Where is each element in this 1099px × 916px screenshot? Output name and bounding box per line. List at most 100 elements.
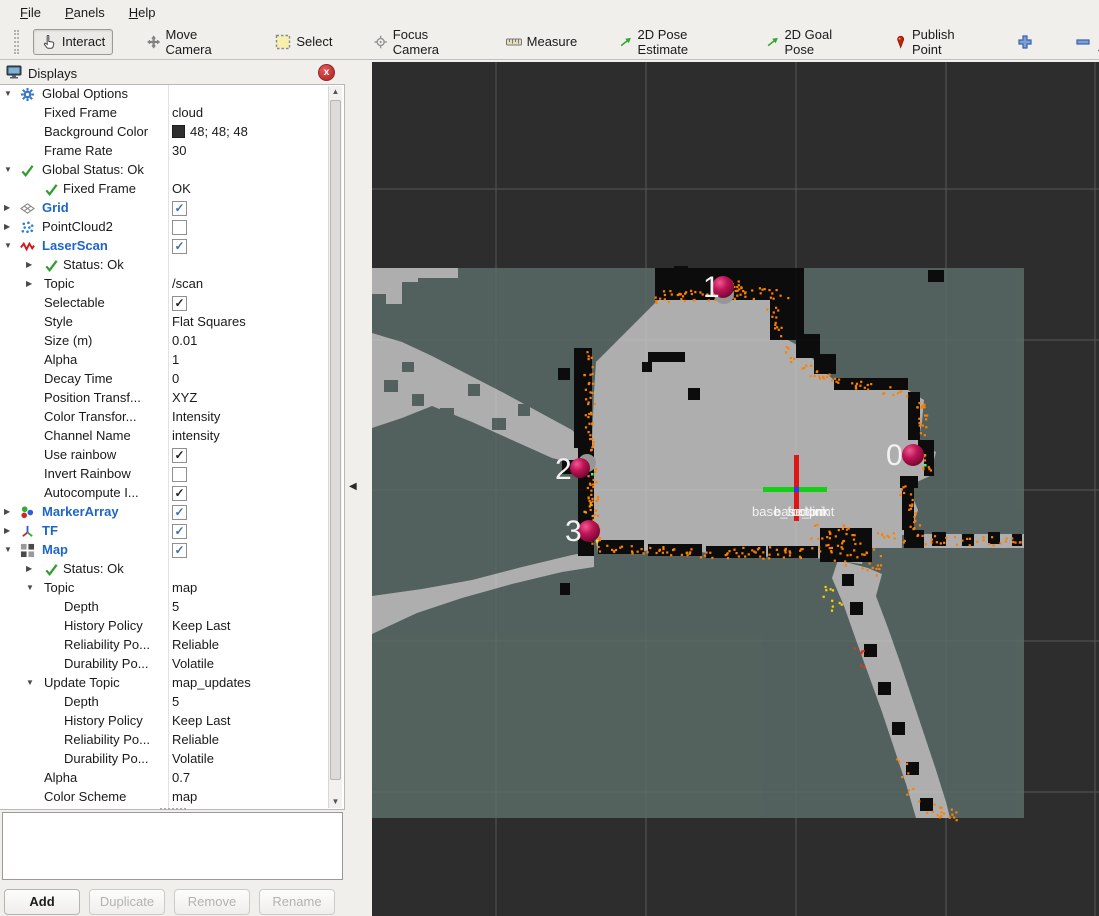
- tree-row-fixed-frame[interactable]: Fixed FrameOK: [0, 180, 330, 199]
- property-value[interactable]: map: [172, 580, 197, 595]
- tree-row-color-transfor-[interactable]: Color Transfor...Intensity: [0, 408, 330, 427]
- menu-panels[interactable]: Panels: [55, 2, 115, 23]
- tree-row-history-policy[interactable]: History PolicyKeep Last: [0, 617, 330, 636]
- tree-scrollbar[interactable]: ▲ ▼: [328, 86, 342, 808]
- property-checkbox[interactable]: [172, 220, 187, 235]
- property-value[interactable]: Reliable: [172, 637, 219, 652]
- property-value[interactable]: 30: [172, 143, 186, 158]
- property-value[interactable]: Flat Squares: [172, 314, 246, 329]
- tree-row-decay-time[interactable]: Decay Time0: [0, 370, 330, 389]
- property-value[interactable]: Intensity: [172, 409, 220, 424]
- expander-icon[interactable]: ▼: [26, 583, 34, 592]
- menu-file[interactable]: File: [10, 2, 51, 23]
- scroll-up-icon[interactable]: ▲: [329, 86, 342, 98]
- tree-row-depth[interactable]: Depth5: [0, 693, 330, 712]
- tree-row-size-m-[interactable]: Size (m)0.01: [0, 332, 330, 351]
- property-value[interactable]: Volatile: [172, 751, 214, 766]
- expander-icon[interactable]: ▼: [26, 678, 34, 687]
- close-panel-button[interactable]: x: [318, 64, 335, 81]
- enable-checkbox[interactable]: ✓: [172, 239, 187, 254]
- tree-row-alpha[interactable]: Alpha0.7: [0, 769, 330, 788]
- tree-row-selectable[interactable]: Selectable✓: [0, 294, 330, 313]
- tree-row-topic[interactable]: ▶Topic/scan: [0, 275, 330, 294]
- enable-checkbox[interactable]: ✓: [172, 505, 187, 520]
- tree-row-style[interactable]: StyleFlat Squares: [0, 313, 330, 332]
- tree-row-global-status-ok[interactable]: ▼Global Status: Ok: [0, 161, 330, 180]
- tree-row-update-topic[interactable]: ▼Update Topicmap_updates: [0, 674, 330, 693]
- tool-measure[interactable]: Measure: [498, 29, 586, 55]
- tool-move-camera[interactable]: Move Camera: [139, 22, 241, 62]
- expander-icon[interactable]: ▶: [4, 507, 10, 516]
- add-button[interactable]: Add: [4, 889, 80, 915]
- remove-button[interactable]: Remove: [174, 889, 250, 915]
- 3d-viewport[interactable]: base_footprintbase_linkodom 0123: [372, 62, 1099, 916]
- property-value[interactable]: 5: [172, 694, 179, 709]
- property-value[interactable]: Reliable: [172, 732, 219, 747]
- tree-row-grid[interactable]: ▶Grid✓: [0, 199, 330, 218]
- tool-2d-pose-estimate[interactable]: 2D Pose Estimate: [611, 22, 732, 62]
- tool-minus[interactable]: ▾: [1067, 29, 1099, 55]
- property-value[interactable]: 0.7: [172, 770, 190, 785]
- scrollbar-thumb[interactable]: [330, 100, 341, 780]
- property-value[interactable]: Keep Last: [172, 618, 231, 633]
- expander-icon[interactable]: ▶: [4, 526, 10, 535]
- tree-row-frame-rate[interactable]: Frame Rate30: [0, 142, 330, 161]
- tree-row-status-ok[interactable]: ▶Status: Ok: [0, 256, 330, 275]
- tree-row-tf[interactable]: ▶TF✓: [0, 522, 330, 541]
- property-value[interactable]: 48; 48; 48: [172, 124, 248, 139]
- property-value[interactable]: 0.01: [172, 333, 197, 348]
- tree-row-durability-po-[interactable]: Durability Po...Volatile: [0, 750, 330, 769]
- property-value[interactable]: 5: [172, 599, 179, 614]
- scroll-down-icon[interactable]: ▼: [329, 796, 342, 808]
- tree-row-invert-rainbow[interactable]: Invert Rainbow: [0, 465, 330, 484]
- expander-icon[interactable]: ▶: [26, 564, 32, 573]
- tree-row-reliability-po-[interactable]: Reliability Po...Reliable: [0, 636, 330, 655]
- expander-icon[interactable]: ▼: [4, 165, 12, 174]
- property-value[interactable]: cloud: [172, 105, 203, 120]
- tree-row-durability-po-[interactable]: Durability Po...Volatile: [0, 655, 330, 674]
- tree-row-pointcloud2[interactable]: ▶PointCloud2: [0, 218, 330, 237]
- tree-row-background-color[interactable]: Background Color48; 48; 48: [0, 123, 330, 142]
- tree-row-history-policy[interactable]: History PolicyKeep Last: [0, 712, 330, 731]
- menu-help[interactable]: Help: [119, 2, 166, 23]
- tool-2d-goal-pose[interactable]: 2D Goal Pose: [758, 22, 860, 62]
- tree-row-reliability-po-[interactable]: Reliability Po...Reliable: [0, 731, 330, 750]
- tree-row-global-options[interactable]: ▼Global Options: [0, 85, 330, 104]
- tree-row-use-rainbow[interactable]: Use rainbow✓: [0, 446, 330, 465]
- property-value[interactable]: 0: [172, 371, 179, 386]
- enable-checkbox[interactable]: ✓: [172, 524, 187, 539]
- tree-row-alpha[interactable]: Alpha1: [0, 351, 330, 370]
- expander-icon[interactable]: ▼: [4, 89, 12, 98]
- expander-icon[interactable]: ▶: [4, 222, 10, 231]
- expander-icon[interactable]: ▶: [4, 203, 10, 212]
- property-value[interactable]: map_updates: [172, 675, 251, 690]
- property-value[interactable]: 1: [172, 352, 179, 367]
- tree-row-autocompute-i-[interactable]: Autocompute I...✓: [0, 484, 330, 503]
- tree-row-fixed-frame[interactable]: Fixed Framecloud: [0, 104, 330, 123]
- viewport-splitter-arrow-icon[interactable]: ◀: [349, 481, 357, 492]
- tree-row-topic[interactable]: ▼Topicmap: [0, 579, 330, 598]
- tree-row-markerarray[interactable]: ▶MarkerArray✓: [0, 503, 330, 522]
- expander-icon[interactable]: ▼: [4, 241, 12, 250]
- tool-publish-point[interactable]: Publish Point: [886, 22, 983, 62]
- duplicate-button[interactable]: Duplicate: [89, 889, 165, 915]
- property-value[interactable]: XYZ: [172, 390, 197, 405]
- property-value[interactable]: intensity: [172, 428, 220, 443]
- tree-row-channel-name[interactable]: Channel Nameintensity: [0, 427, 330, 446]
- panel-splitter-handle[interactable]: [160, 808, 186, 811]
- tree-row-depth[interactable]: Depth5: [0, 598, 330, 617]
- property-checkbox[interactable]: ✓: [172, 486, 187, 501]
- tree-row-status-ok[interactable]: ▶Status: Ok: [0, 560, 330, 579]
- tree-row-position-transf-[interactable]: Position Transf...XYZ: [0, 389, 330, 408]
- property-value[interactable]: Volatile: [172, 656, 214, 671]
- property-value[interactable]: map: [172, 789, 197, 804]
- property-checkbox[interactable]: [172, 467, 187, 482]
- enable-checkbox[interactable]: ✓: [172, 543, 187, 558]
- rename-button[interactable]: Rename: [259, 889, 335, 915]
- tree-row-laserscan[interactable]: ▼LaserScan✓: [0, 237, 330, 256]
- property-checkbox[interactable]: ✓: [172, 296, 187, 311]
- tool-select[interactable]: Select: [267, 29, 340, 55]
- tree-row-map[interactable]: ▼Map✓: [0, 541, 330, 560]
- property-value[interactable]: OK: [172, 181, 191, 196]
- toolbar-drag-handle[interactable]: [14, 30, 19, 54]
